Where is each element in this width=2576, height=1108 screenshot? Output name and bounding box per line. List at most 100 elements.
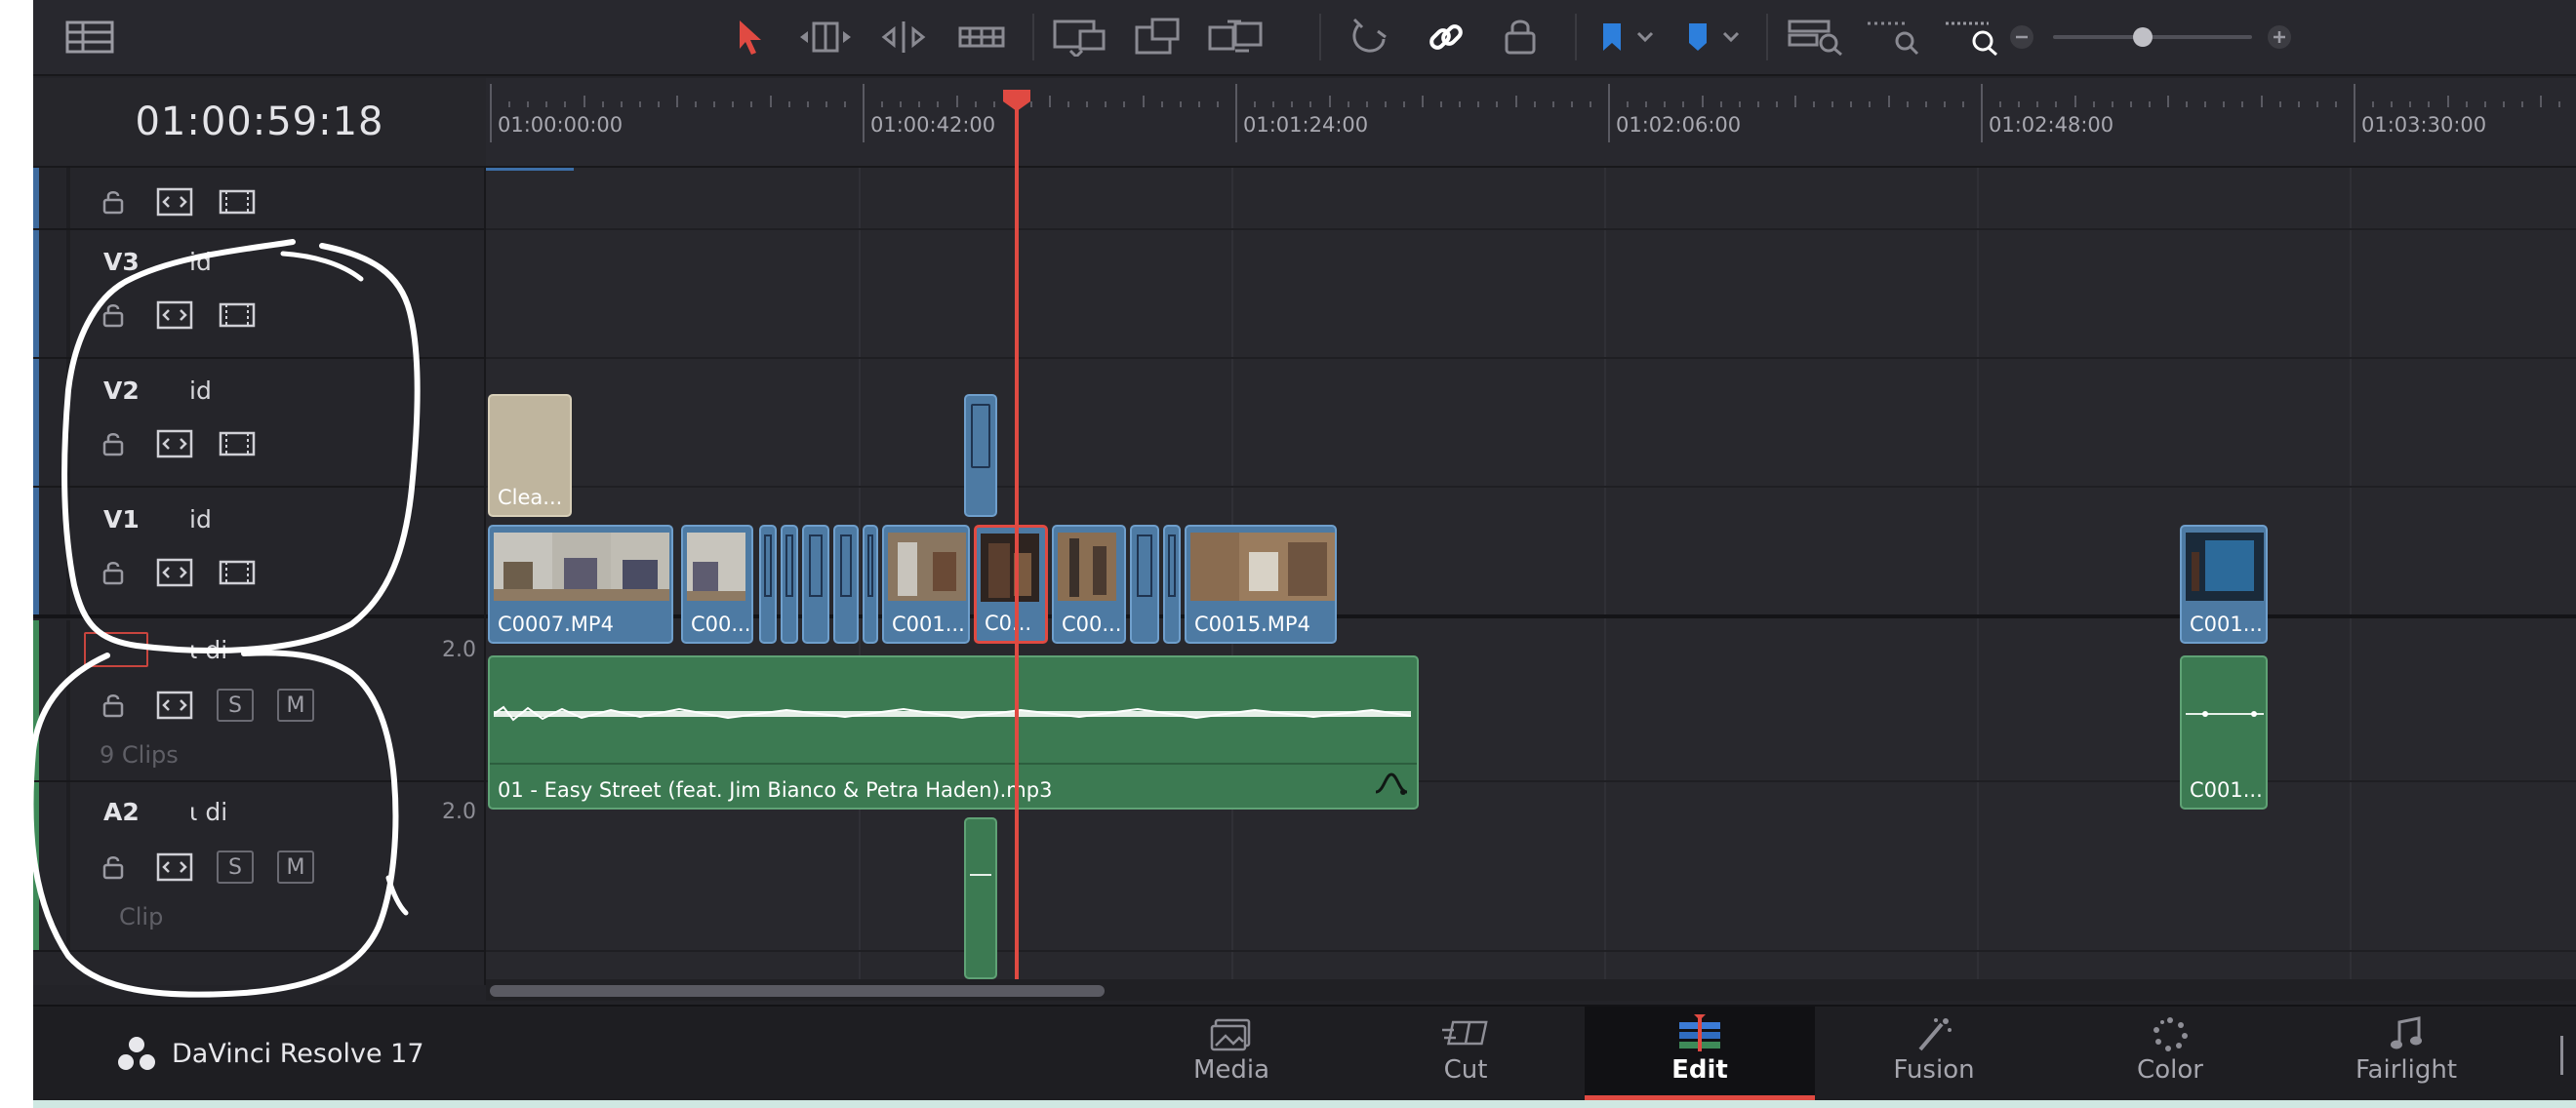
davinci-logo-icon (118, 1037, 155, 1070)
ruler-minor-tick (2129, 101, 2132, 107)
ruler-minor-tick (732, 101, 735, 107)
linked-selection-icon[interactable] (1419, 14, 1473, 60)
lock-icon[interactable] (101, 431, 125, 456)
ruler-minor-tick (657, 101, 660, 107)
selection-arrow-icon[interactable] (726, 14, 775, 60)
clip-v1-short[interactable] (833, 525, 859, 644)
track-header-a1[interactable]: ι di 2.0 S M 9 Clips (33, 620, 484, 782)
track-header-v3[interactable]: V3 id (33, 230, 484, 359)
clip-v1-c00-a[interactable]: C00... (681, 525, 753, 644)
auto-select-icon[interactable] (156, 691, 193, 720)
ruler-minor-tick (1160, 101, 1163, 107)
clip-v2-clear[interactable]: Clea... (488, 394, 572, 517)
solo-button[interactable]: S (217, 689, 254, 722)
marker-icon[interactable] (1680, 14, 1749, 60)
lock-icon[interactable] (101, 854, 125, 880)
clip-v1-short[interactable] (1130, 525, 1159, 644)
channel-format: 2.0 (442, 800, 476, 824)
audio-clip-a2[interactable] (964, 817, 997, 979)
auto-select-icon[interactable] (156, 300, 193, 330)
flag-icon[interactable] (1594, 14, 1663, 60)
auto-select-icon[interactable] (156, 429, 193, 458)
zoom-detail-icon[interactable] (1864, 14, 1924, 60)
page-tab-color[interactable]: Color (2055, 1007, 2285, 1100)
fairlight-page-icon (2391, 1016, 2422, 1049)
disable-video-track-icon[interactable] (219, 302, 256, 328)
zoom-full-icon[interactable] (1786, 14, 1846, 60)
ruler-minor-tick (527, 101, 530, 107)
page-tab-fusion[interactable]: Fusion (1819, 1007, 2049, 1100)
fade-curve-icon[interactable] (1374, 771, 1409, 798)
clip-v1-c0007[interactable]: C0007.MP4 (488, 525, 673, 644)
toolbar-separator (1575, 14, 1577, 60)
page-tab-media[interactable]: Media (1116, 1007, 1347, 1100)
ruler-minor-tick (1756, 101, 1759, 107)
playhead[interactable] (1015, 92, 1019, 985)
timeline-tracks-area[interactable]: Clea... C0007.MP4 C00... C001... C0... C… (486, 168, 2576, 985)
track-header-a2[interactable]: A2 ι di 2.0 S M Clip (33, 782, 484, 952)
clip-v2-small[interactable] (964, 394, 997, 517)
snapping-icon[interactable] (1341, 14, 1395, 60)
mute-button[interactable]: M (277, 851, 314, 884)
timecode-display[interactable]: 01:00:59:18 (33, 78, 486, 168)
track-name[interactable]: ι di (189, 798, 227, 826)
clip-v1-short[interactable] (863, 525, 878, 644)
overwrite-clip-icon[interactable] (1126, 14, 1188, 60)
disable-video-track-icon[interactable] (219, 560, 256, 585)
auto-select-icon[interactable] (156, 187, 193, 217)
track-name[interactable]: id (189, 505, 212, 534)
track-name[interactable]: ι di (189, 636, 227, 664)
track-name[interactable]: id (189, 376, 212, 405)
horizontal-scrollbar[interactable] (490, 985, 1105, 997)
lock-icon[interactable] (101, 560, 125, 585)
disable-video-track-icon[interactable] (219, 431, 256, 456)
zoom-out-icon[interactable] (2002, 14, 2041, 60)
replace-clip-icon[interactable] (1204, 14, 1267, 60)
page-tab-fairlight[interactable]: Fairlight (2291, 1007, 2521, 1100)
track-header-v2[interactable]: V2 id (33, 359, 484, 488)
timeline-ruler[interactable]: 01:00:00:00 01:00:42:00 01:01:24:00 01:02:0… (486, 78, 2576, 168)
disable-video-track-icon[interactable] (219, 189, 256, 215)
clip-v1-c001-a[interactable]: C001... (882, 525, 970, 644)
ruler-minor-tick (1664, 101, 1667, 107)
track-id-field[interactable] (84, 632, 148, 667)
ruler-minor-tick (1197, 101, 1200, 107)
clip-v1-short[interactable] (781, 525, 798, 644)
zoom-in-icon[interactable] (2260, 14, 2299, 60)
trim-edit-icon[interactable] (796, 14, 855, 60)
track-header-v1[interactable]: V1 id (33, 488, 484, 618)
track-name[interactable]: id (189, 248, 212, 276)
grid-layout-icon[interactable] (62, 14, 117, 60)
clip-v1-short[interactable] (802, 525, 829, 644)
zoom-custom-icon[interactable] (1942, 14, 2002, 60)
auto-select-icon[interactable] (156, 852, 193, 882)
lock-icon[interactable] (101, 189, 125, 215)
zoom-slider-knob[interactable] (2132, 27, 2153, 47)
playhead-handle[interactable] (1001, 88, 1032, 113)
track-header-v4[interactable]: V4 id (33, 168, 484, 230)
clip-v1-selected[interactable]: C0... (974, 525, 1048, 644)
page-tab-edit[interactable]: Edit (1585, 1007, 1815, 1100)
ruler-minor-tick (1924, 101, 1927, 107)
zoom-slider[interactable] (2053, 27, 2252, 47)
blade-icon[interactable] (952, 14, 1011, 60)
clip-v1-c001-b[interactable]: C001... (2180, 525, 2268, 644)
clip-v1-c0015[interactable]: C0015.MP4 (1185, 525, 1337, 644)
clip-v1-c00-b[interactable]: C00... (1052, 525, 1126, 644)
timeline-scroll-track[interactable] (486, 979, 2576, 1001)
audio-clip-easy-street[interactable]: 01 - Easy Street (feat. Jim Bianco & Pet… (488, 655, 1419, 810)
lock-icon[interactable] (101, 692, 125, 718)
ruler-minor-tick (1831, 101, 1834, 107)
clip-v1-short[interactable] (1163, 525, 1181, 644)
clip-v1-short[interactable] (759, 525, 777, 644)
track-headers: V4 id V3 id (33, 168, 486, 985)
mute-button[interactable]: M (277, 689, 314, 722)
dynamic-trim-icon[interactable] (874, 14, 933, 60)
audio-clip-c001[interactable]: C001... (2180, 655, 2268, 810)
page-tab-cut[interactable]: Cut (1350, 1007, 1581, 1100)
position-lock-icon[interactable] (1493, 14, 1548, 60)
insert-clip-icon[interactable] (1048, 14, 1110, 60)
auto-select-icon[interactable] (156, 558, 193, 587)
lock-icon[interactable] (101, 302, 125, 328)
solo-button[interactable]: S (217, 851, 254, 884)
